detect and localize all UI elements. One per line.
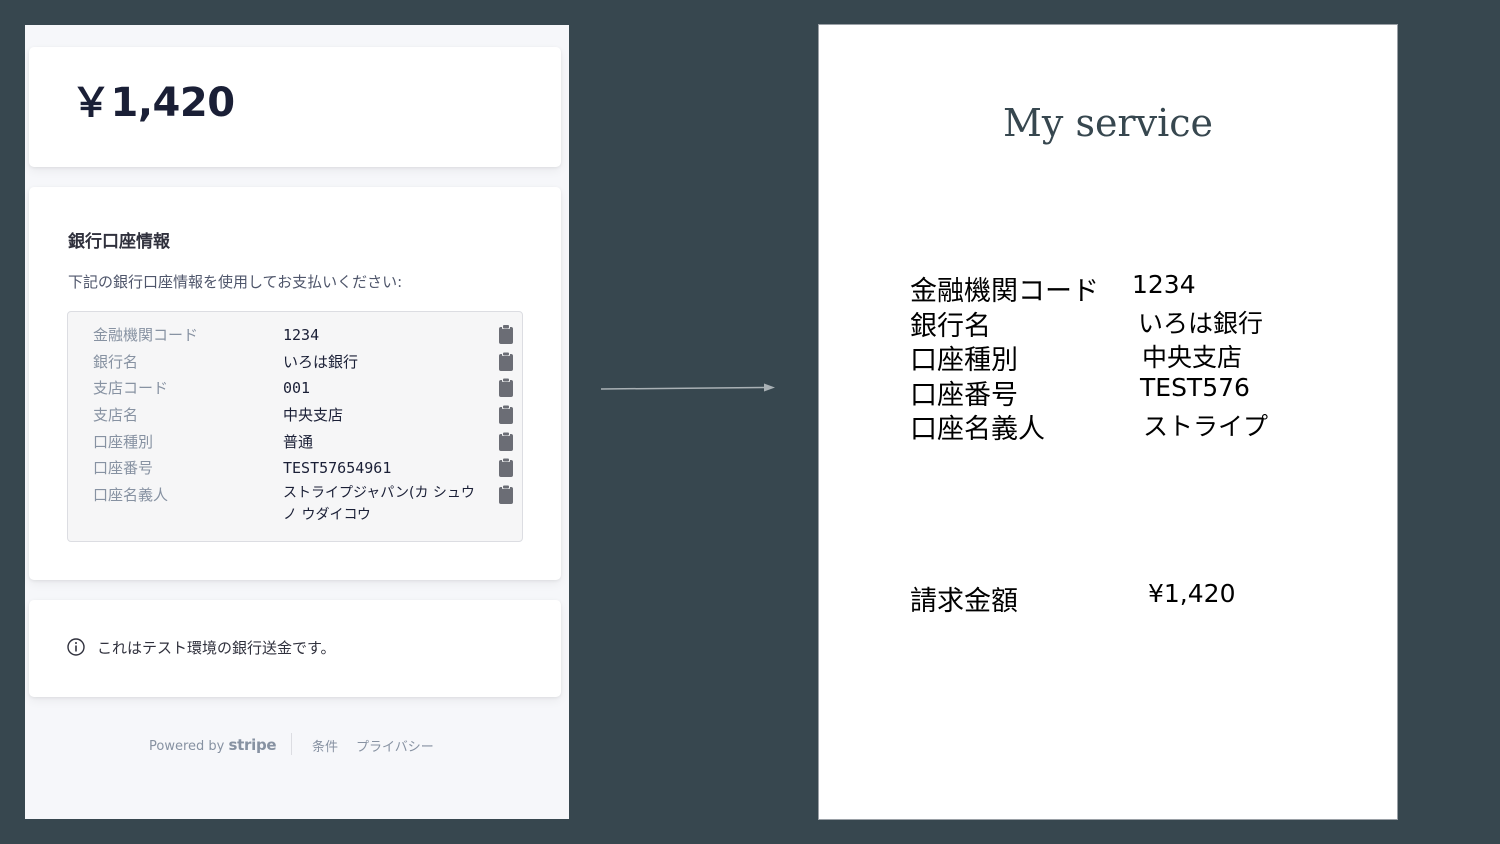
test-notice-card: これはテスト環境の銀行送金です。	[29, 600, 561, 697]
bank-info-row: 金融機関コード 1234	[68, 324, 522, 348]
footer-divider	[291, 733, 292, 755]
powered-by-label: Powered by	[149, 739, 225, 754]
clipboard-icon[interactable]	[499, 325, 513, 344]
bank-info-value: 001	[283, 379, 311, 397]
terms-link[interactable]: 条件	[312, 736, 338, 755]
arrow-right-icon	[600, 383, 775, 392]
invoice-label: 口座名義人	[910, 414, 1045, 445]
amount-card: ￥1,420	[29, 47, 561, 167]
bank-info-box: 金融機関コード 1234 銀行名 いろは銀行 支店コード 001 支店名 中央支…	[67, 311, 523, 542]
clipboard-icon[interactable]	[499, 405, 513, 424]
info-icon	[67, 638, 85, 656]
bank-info-value: いろは銀行	[283, 353, 359, 371]
invoice-title: My service	[1002, 101, 1213, 145]
invoice-total-label: 請求金額	[910, 586, 1018, 617]
stripe-logo: stripe	[228, 736, 277, 754]
bank-info-row: 口座番号 TEST57654961	[68, 457, 522, 481]
clipboard-icon[interactable]	[499, 352, 513, 371]
bank-info-row: 支店コード 001	[68, 377, 522, 401]
powered-by-stripe[interactable]: Powered by stripe	[149, 736, 277, 754]
bank-info-value: 中央支店	[283, 406, 344, 424]
bank-info-row: 口座種別 普通	[68, 431, 522, 455]
bank-info-label: 口座番号	[93, 459, 154, 477]
clipboard-icon[interactable]	[499, 458, 513, 477]
invoice-label: 口座種別	[910, 345, 1018, 376]
bank-info-title: 銀行口座情報	[68, 232, 170, 252]
clipboard-icon[interactable]	[499, 378, 513, 397]
bank-info-value: 1234	[283, 326, 320, 344]
bank-info-label: 金融機関コード	[93, 326, 199, 344]
clipboard-icon[interactable]	[499, 432, 513, 451]
bank-info-label: 支店名	[93, 406, 139, 424]
checkout-panel: ￥1,420 銀行口座情報 下記の銀行口座情報を使用してお支払いください: 金融…	[25, 25, 569, 819]
bank-info-row: 口座名義人 ストライプジャパン(カ シュウノ ウダイコウ	[68, 484, 522, 534]
bank-info-label: 口座種別	[93, 433, 154, 451]
bank-info-value: TEST57654961	[283, 459, 392, 477]
bank-info-label: 支店コード	[93, 379, 169, 397]
invoice-label: 金融機関コード	[910, 276, 1099, 307]
invoice-value: 中央支店	[1142, 343, 1243, 372]
privacy-link[interactable]: プライバシー	[356, 736, 434, 755]
bank-info-card: 銀行口座情報 下記の銀行口座情報を使用してお支払いください: 金融機関コード 1…	[29, 187, 561, 580]
bank-info-label: 口座名義人	[93, 486, 169, 504]
bank-info-value: 普通	[283, 433, 314, 451]
test-notice-text: これはテスト環境の銀行送金です。	[97, 639, 336, 657]
invoice-value: TEST576	[1140, 373, 1250, 402]
invoice-value: いろは銀行	[1138, 309, 1264, 338]
invoice-value: ストライプ	[1143, 412, 1269, 441]
bank-info-description: 下記の銀行口座情報を使用してお支払いください:	[68, 273, 403, 291]
bank-info-label: 銀行名	[93, 353, 139, 371]
bank-info-row: 支店名 中央支店	[68, 404, 522, 428]
bank-info-value: ストライプジャパン(カ シュウノ ウダイコウ	[283, 485, 475, 523]
invoice-total-value: ¥1,420	[1148, 579, 1236, 608]
payment-amount: ￥1,420	[71, 80, 235, 126]
bank-info-row: 銀行名 いろは銀行	[68, 351, 522, 375]
invoice-value: 1234	[1132, 270, 1196, 299]
clipboard-icon[interactable]	[499, 485, 513, 504]
invoice-page: My service 金融機関コード 1234 銀行名 いろは銀行 口座種別 中…	[818, 24, 1398, 820]
footer: Powered by stripe 条件 プライバシー	[25, 731, 569, 761]
